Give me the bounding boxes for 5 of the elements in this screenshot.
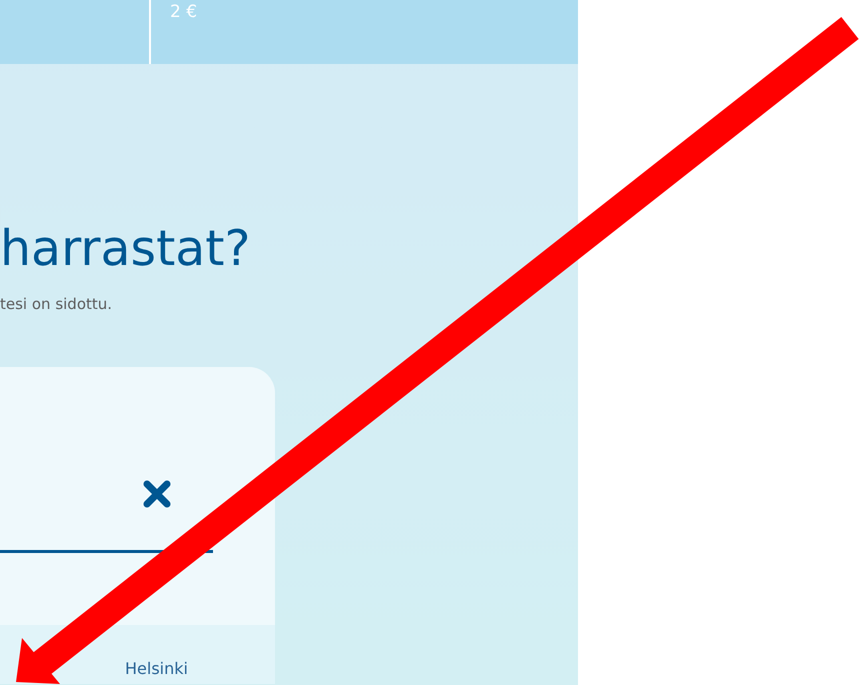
result-link[interactable]: Helsinki (125, 659, 188, 678)
close-icon (142, 479, 172, 510)
price-text: 2 € (169, 1, 198, 22)
subtitle-text: tesi on sidottu. (0, 294, 114, 315)
page-heading: harrastat? (0, 219, 252, 279)
